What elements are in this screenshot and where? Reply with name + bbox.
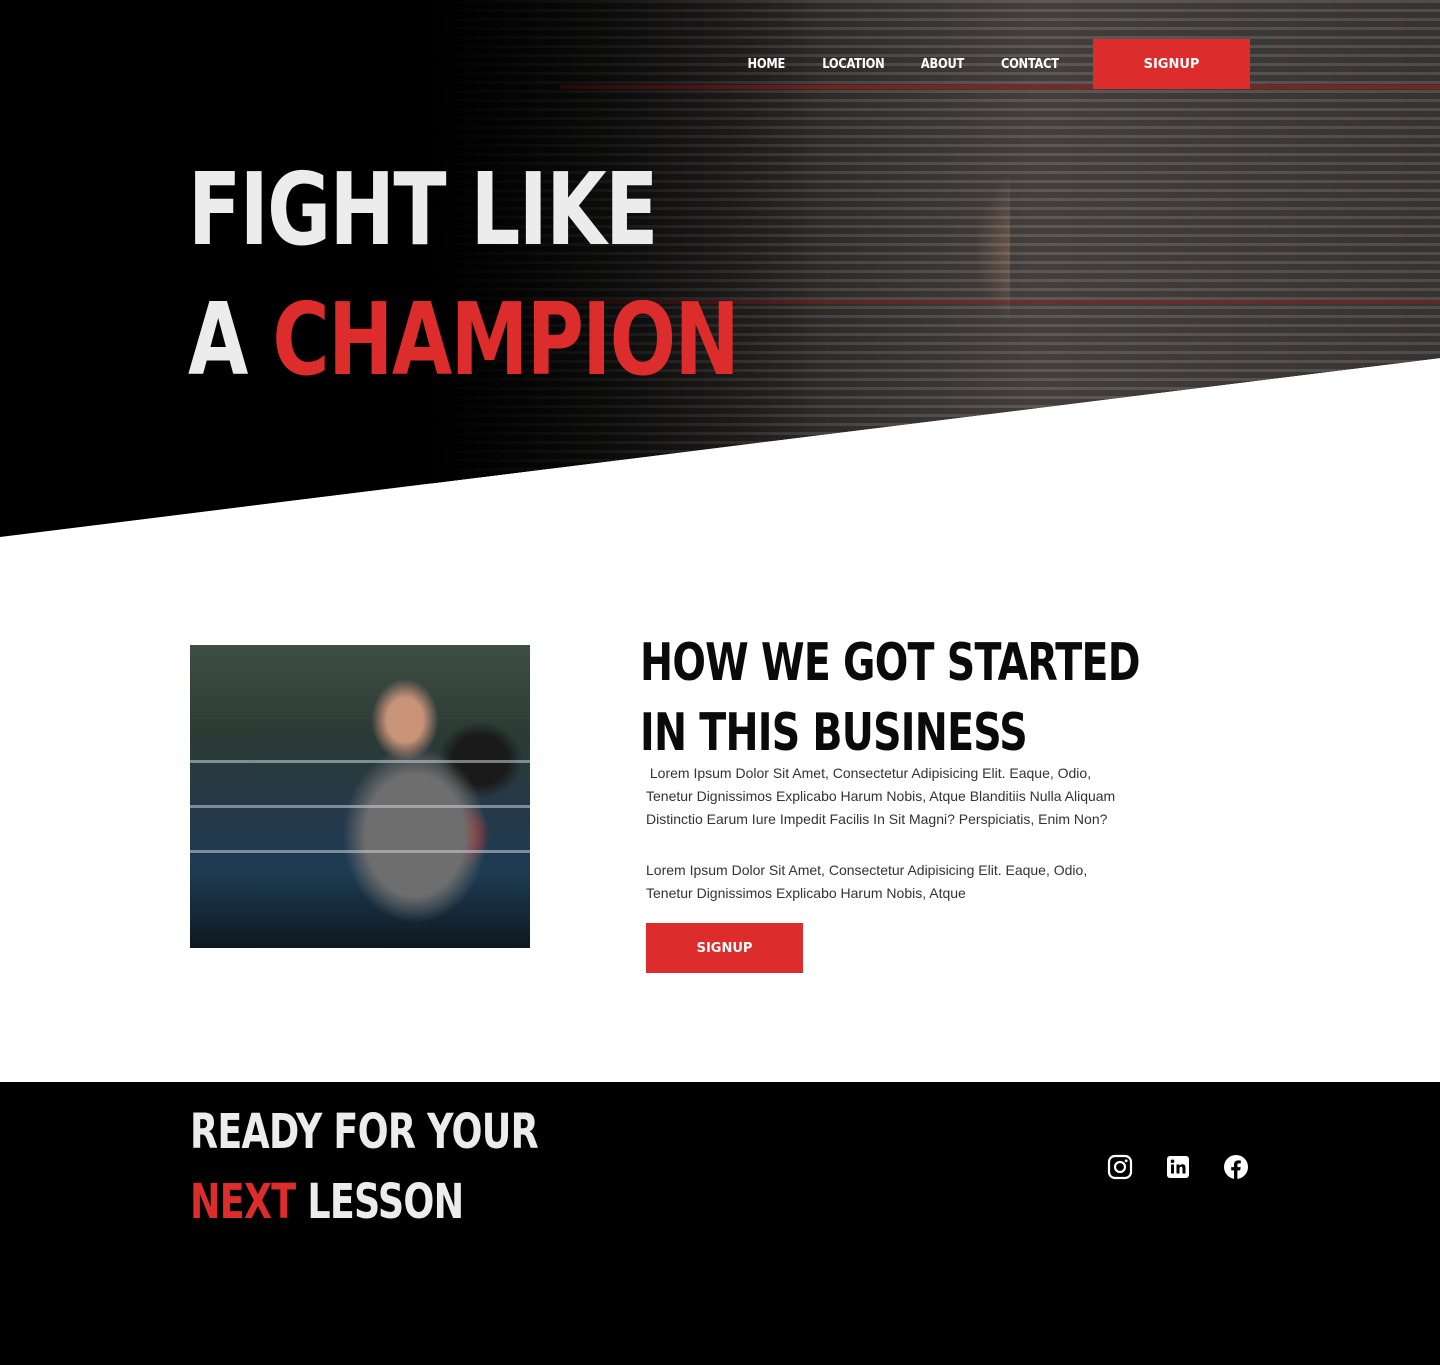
nav-about-link[interactable]: ABOUT xyxy=(921,57,964,72)
ring-rope xyxy=(190,760,530,763)
hero-title-line2: A CHAMPION xyxy=(188,275,740,405)
hero-title-line1: FIGHT LIKE xyxy=(188,151,658,268)
nav-home-link[interactable]: HOME xyxy=(748,57,786,72)
hero-title: FIGHT LIKE A CHAMPION xyxy=(188,145,740,405)
about-title: HOW WE GOT STARTED IN THIS BUSINESS xyxy=(640,628,1141,768)
footer: READY FOR YOUR NEXT LESSON xyxy=(0,1082,1440,1365)
ring-rope xyxy=(190,805,530,808)
nav-contact-link[interactable]: CONTACT xyxy=(1001,57,1059,72)
ring-rope xyxy=(190,850,530,853)
about-paragraph-1: Lorem Ipsum Dolor Sit Amet, Consectetur … xyxy=(646,765,1120,827)
hero-title-accent: CHAMPION xyxy=(272,281,739,398)
hero-title-prefix: A xyxy=(188,281,248,398)
linkedin-icon[interactable] xyxy=(1164,1153,1192,1181)
about-title-line2: IN THIS BUSINESS xyxy=(640,703,1028,763)
footer-title-accent: NEXT xyxy=(190,1174,296,1230)
footer-title: READY FOR YOUR NEXT LESSON xyxy=(190,1097,539,1237)
hero-section: HOME LOCATION ABOUT CONTACT SIGNUP FIGHT… xyxy=(0,0,1440,537)
about-paragraph-2: Lorem Ipsum Dolor Sit Amet, Consectetur … xyxy=(646,862,1088,901)
instagram-icon[interactable] xyxy=(1106,1153,1134,1181)
top-nav: HOME LOCATION ABOUT CONTACT SIGNUP xyxy=(745,39,1250,89)
about-boxer-photo xyxy=(190,645,530,948)
social-links xyxy=(1106,1153,1250,1181)
footer-title-line1: READY FOR YOUR xyxy=(190,1104,539,1160)
nav-signup-button[interactable]: SIGNUP xyxy=(1093,39,1250,89)
about-title-line1: HOW WE GOT STARTED xyxy=(640,633,1141,693)
footer-title-rest: LESSON xyxy=(307,1174,464,1230)
footer-title-line2: NEXT LESSON xyxy=(190,1167,538,1237)
nav-location-link[interactable]: LOCATION xyxy=(822,57,884,72)
facebook-icon[interactable] xyxy=(1222,1153,1250,1181)
about-signup-button[interactable]: SIGNUP xyxy=(646,923,803,973)
